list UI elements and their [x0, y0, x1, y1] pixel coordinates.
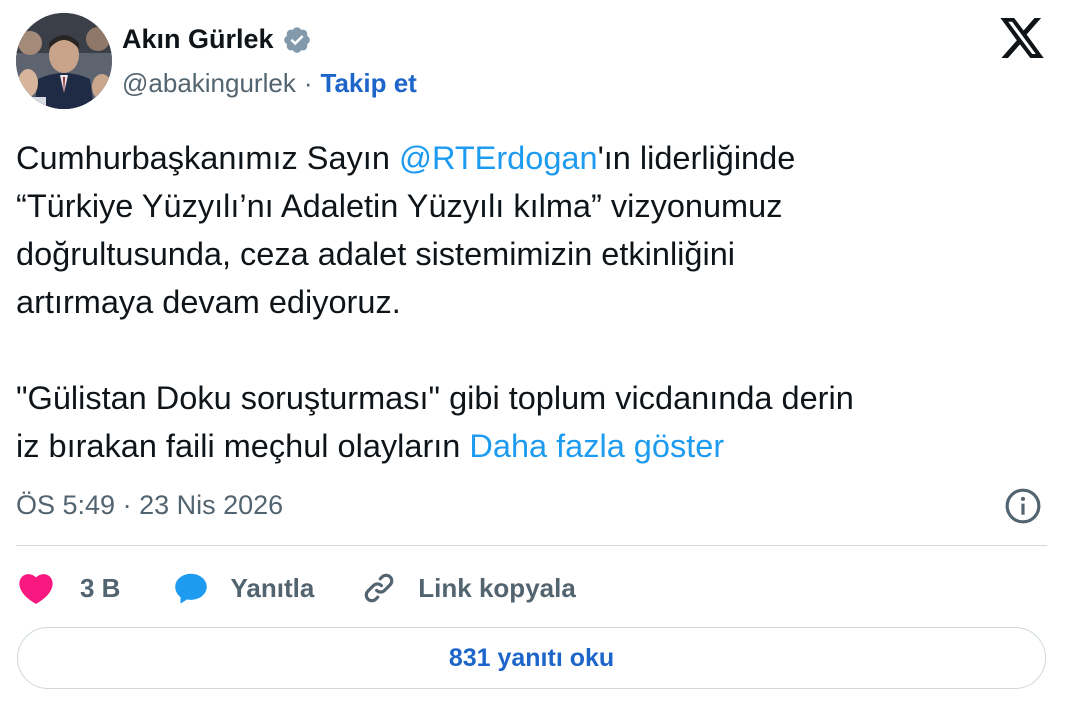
x-logo-icon[interactable] [998, 16, 1046, 60]
author-name[interactable]: Akın Gürlek [122, 24, 274, 55]
copy-link-button[interactable]: Link kopyala [360, 569, 576, 607]
tweet-line: iz bırakan faili meçhul olayların Daha f… [16, 422, 1056, 470]
heart-icon [19, 574, 53, 604]
tweet-date: 23 Nis 2026 [139, 490, 284, 520]
tweet-text-segment: iz bırakan faili meçhul olayların [16, 428, 470, 464]
avatar-photo [16, 13, 112, 109]
like-count: 3 B [80, 572, 121, 603]
action-bar: 3 B Yanıtla Link kopyala [18, 566, 576, 610]
show-more-link[interactable]: Daha fazla göster [469, 428, 724, 464]
tweet-text-segment: 'ın liderliğinde [597, 140, 796, 176]
tweet-text-segment: Cumhurbaşkanımız Sayın [16, 140, 399, 176]
tweet-line: “Türkiye Yüzyılı’nı Adaletin Yüzyılı kıl… [16, 188, 783, 224]
info-icon[interactable] [1004, 487, 1042, 525]
tweet-timestamp[interactable]: ÖS 5:49 · 23 Nis 2026 [16, 490, 283, 521]
separator-dot: · [122, 490, 132, 520]
follow-button[interactable]: Takip et [321, 68, 417, 99]
tweet-time: ÖS 5:49 [16, 490, 116, 520]
mention-link[interactable]: @RTErdogan [399, 140, 598, 176]
separator-dot: · [303, 68, 313, 98]
tweet-line: artırmaya devam ediyoruz. [16, 284, 401, 320]
like-button[interactable]: 3 B [18, 571, 120, 605]
reply-button[interactable]: Yanıtla [172, 570, 314, 606]
tweet-line: Cumhurbaşkanımız Sayın @RTErdogan'ın lid… [16, 134, 1056, 182]
verified-badge-icon [283, 26, 310, 53]
author-handle[interactable]: @abakingurlek [122, 68, 296, 99]
link-icon [365, 573, 394, 603]
copy-link-label: Link kopyala [418, 572, 576, 603]
divider [16, 545, 1047, 546]
tweet-text: Cumhurbaşkanımız Sayın @RTErdogan'ın lid… [16, 134, 1056, 470]
avatar[interactable] [16, 13, 112, 109]
reply-bubble-icon [175, 573, 208, 604]
read-replies-button[interactable]: 831 yanıtı oku [17, 627, 1046, 689]
tweet-line: doğrultusunda, ceza adalet sistemimizin … [16, 236, 735, 272]
tweet-line: "Gülistan Doku soruşturması" gibi toplum… [16, 380, 854, 416]
reply-label: Yanıtla [230, 572, 315, 603]
